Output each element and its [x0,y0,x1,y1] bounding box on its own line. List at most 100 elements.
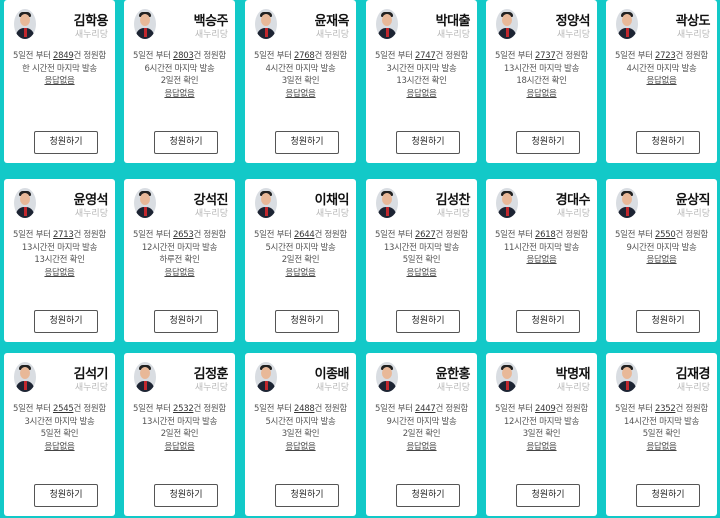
reply-status[interactable]: 응답없음 [370,88,473,101]
legislator-card: 김정훈 새누리당 5일전 부터 2532건 정원함 13시간전 마지막 발송 2일전 확… [124,353,235,516]
petition-button[interactable]: 청원하기 [636,131,700,154]
petition-count[interactable]: 2768 [294,51,315,61]
avatar [616,188,638,218]
petition-button[interactable]: 청원하기 [34,484,98,507]
count-unit: 건 정원함 [555,230,588,240]
petition-button[interactable]: 청원하기 [34,310,98,333]
party-label: 새누리당 [556,383,590,393]
reply-status[interactable]: 응답없음 [490,441,593,454]
since-text: 5일전 부터 [375,51,413,61]
legislator-card: 김학용 새누리당 5일전 부터 2849건 정원함 한 시간전 마지막 발송 응답없음 청… [4,0,115,163]
petition-button[interactable]: 청원하기 [516,310,580,333]
reply-status[interactable]: 응답없음 [249,267,352,280]
legislator-card: 김석기 새누리당 5일전 부터 2545건 정원함 3시간전 마지막 발송 5일전 확인… [4,353,115,516]
petition-info: 5일전 부터 2447건 정원함 9시간전 마지막 발송 2일전 확인 응답없음 [370,403,473,453]
petition-button[interactable]: 청원하기 [154,484,218,507]
reply-status[interactable]: 응답없음 [8,441,111,454]
avatar [14,9,36,39]
petition-count[interactable]: 2713 [53,230,74,240]
reply-status[interactable]: 응답없음 [128,267,231,280]
petition-button[interactable]: 청원하기 [636,484,700,507]
status-line: 2일전 확인 [160,429,199,439]
since-text: 5일전 부터 [615,404,653,414]
avatar [496,9,518,39]
reply-status[interactable]: 응답없음 [8,267,111,280]
petition-info: 5일전 부터 2849건 정원함 한 시간전 마지막 발송 응답없음 [8,50,111,88]
petition-button[interactable]: 청원하기 [516,484,580,507]
reply-status[interactable]: 응답없음 [128,88,231,101]
avatar [255,188,277,218]
count-unit: 건 정원함 [314,51,347,61]
petition-button[interactable]: 청원하기 [396,310,460,333]
petition-info: 5일전 부터 2409건 정원함 12시간전 마지막 발송 3일전 확인 응답없음 [490,403,593,453]
status-line: 14시간전 마지막 발송 [623,416,700,427]
petition-button[interactable]: 청원하기 [396,131,460,154]
reply-status[interactable]: 응답없음 [8,75,111,88]
reply-status[interactable]: 응답없음 [490,254,593,267]
petition-count[interactable]: 2545 [53,404,74,414]
petition-count[interactable]: 2532 [173,404,194,414]
petition-count[interactable]: 2723 [655,51,676,61]
status-line: 12시간전 마지막 발송 [503,416,580,427]
status-line: 4시간전 마지막 발송 [265,63,336,74]
petition-count[interactable]: 2737 [535,51,556,61]
petition-count[interactable]: 2849 [53,51,74,61]
petition-count[interactable]: 2747 [415,51,436,61]
count-unit: 건 정원함 [314,404,347,414]
petition-count[interactable]: 2627 [415,230,436,240]
legislator-card: 윤영석 새누리당 5일전 부터 2713건 정원함 13시간전 마지막 발송 13시간전… [4,179,115,342]
petition-info: 5일전 부터 2644건 정원함 5시간전 마지막 발송 2일전 확인 응답없음 [249,229,352,279]
reply-status[interactable]: 응답없음 [370,267,473,280]
petition-button[interactable]: 청원하기 [34,131,98,154]
party-label: 새누리당 [194,30,228,40]
petition-count[interactable]: 2653 [173,230,194,240]
reply-status[interactable]: 응답없음 [249,88,352,101]
reply-status[interactable]: 응답없음 [610,75,713,88]
petition-button[interactable]: 청원하기 [275,310,339,333]
reply-status[interactable]: 응답없음 [128,441,231,454]
avatar [14,362,36,392]
petition-button[interactable]: 청원하기 [516,131,580,154]
petition-count[interactable]: 2488 [294,404,315,414]
petition-count[interactable]: 2644 [294,230,315,240]
party-label: 새누리당 [74,30,108,40]
petition-count[interactable]: 2550 [655,230,676,240]
legislator-card: 김성찬 새누리당 5일전 부터 2627건 정원함 13시간전 마지막 발송 5일전 확… [366,179,477,342]
reply-status[interactable]: 응답없음 [490,88,593,101]
count-unit: 건 정원함 [193,51,226,61]
reply-status[interactable]: 응답없음 [610,254,713,267]
status-line: 13시간전 확인 [396,76,447,86]
since-text: 5일전 부터 [254,404,292,414]
petition-count[interactable]: 2803 [173,51,194,61]
petition-button[interactable]: 청원하기 [636,310,700,333]
avatar [376,362,398,392]
since-text: 5일전 부터 [495,404,533,414]
petition-button[interactable]: 청원하기 [275,131,339,154]
reply-status[interactable]: 응답없음 [370,441,473,454]
status-line: 13시간전 마지막 발송 [503,63,580,74]
petition-count[interactable]: 2352 [655,404,676,414]
petition-button[interactable]: 청원하기 [275,484,339,507]
petition-button[interactable]: 청원하기 [154,310,218,333]
petition-count[interactable]: 2447 [415,404,436,414]
legislator-card: 김재경 새누리당 5일전 부터 2352건 정원함 14시간전 마지막 발송 5일전 확… [606,353,717,516]
reply-status[interactable]: 응답없음 [610,441,713,454]
count-unit: 건 정원함 [193,404,226,414]
since-text: 5일전 부터 [375,230,413,240]
petition-count[interactable]: 2618 [535,230,556,240]
status-line: 18시간전 확인 [516,76,567,86]
status-line: 9시간전 마지막 발송 [386,416,457,427]
party-label: 새누리당 [436,209,470,219]
avatar [134,188,156,218]
party-label: 새누리당 [556,30,590,40]
status-line: 5시간전 마지막 발송 [265,416,336,427]
party-label: 새누리당 [315,209,349,219]
count-unit: 건 정원함 [193,230,226,240]
reply-status[interactable]: 응답없음 [249,441,352,454]
petition-button[interactable]: 청원하기 [396,484,460,507]
party-label: 새누리당 [194,209,228,219]
petition-button[interactable]: 청원하기 [154,131,218,154]
petition-count[interactable]: 2409 [535,404,556,414]
legislator-card: 윤한홍 새누리당 5일전 부터 2447건 정원함 9시간전 마지막 발송 2일전 확인… [366,353,477,516]
avatar [14,188,36,218]
